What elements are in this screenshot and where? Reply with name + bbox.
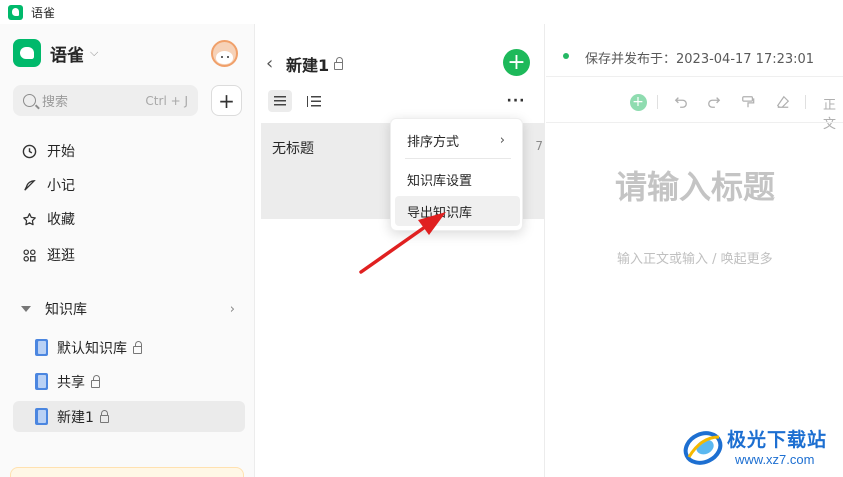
yuque-logo-icon: [13, 39, 41, 67]
title-input[interactable]: 请输入标题: [615, 162, 775, 208]
brand-switcher[interactable]: 语雀 ⌵: [13, 39, 98, 67]
clear-format-button[interactable]: [772, 89, 794, 115]
status-dot: [563, 53, 569, 59]
toolbar-separator: [805, 95, 806, 109]
lock-icon: [91, 374, 100, 388]
window-title: 语雀: [31, 5, 56, 20]
list-view-button[interactable]: [268, 90, 292, 112]
sidebar-item-label: 开始: [47, 144, 75, 160]
format-painter-button[interactable]: [737, 89, 759, 115]
brand-name: 语雀: [50, 45, 84, 66]
avatar[interactable]: [211, 40, 238, 67]
knowledge-base-section-header[interactable]: 知识库 ›: [13, 294, 243, 324]
undo-button[interactable]: [670, 89, 692, 115]
list-view-icon: [274, 96, 286, 106]
watermark-url: www.xz7.com: [735, 452, 815, 467]
chevron-down-icon: ⌵: [90, 46, 99, 59]
knowledge-base-more-menu: 排序方式 › 知识库设置 导出知识库: [390, 118, 523, 231]
window-titlebar: 语雀: [0, 0, 843, 24]
menu-divider: [405, 158, 511, 159]
plus-icon: +: [629, 93, 647, 111]
caret-down-icon: [21, 306, 31, 312]
more-options-button[interactable]: ···: [504, 90, 528, 112]
knowledge-base-title: 知识库: [45, 302, 87, 318]
search-icon: [23, 94, 36, 107]
tree-view-button[interactable]: [302, 90, 324, 112]
menu-item-label: 知识库设置: [407, 173, 473, 189]
sidebar-item-start[interactable]: 开始: [13, 136, 243, 166]
sidebar-item-favorites[interactable]: 收藏: [13, 204, 243, 234]
book-label: 共享: [57, 374, 85, 391]
paragraph-style-select[interactable]: 正文: [823, 94, 843, 132]
book-label: 默认知识库: [57, 340, 127, 357]
knowledge-base-name-text: 新建1: [286, 56, 330, 75]
sidebar: 语雀 ⌵ 搜索 Ctrl + J + 开始 小记 收藏 逛逛 知识库 › 默认知…: [0, 24, 255, 477]
redo-button[interactable]: [703, 89, 725, 115]
menu-item-export[interactable]: 导出知识库: [395, 196, 520, 226]
app-logo-icon: [8, 4, 23, 20]
divider: [546, 122, 843, 123]
sidebar-item-label: 逛逛: [47, 248, 75, 264]
more-icon: ···: [506, 93, 526, 109]
divider: [546, 76, 843, 77]
back-arrow-icon[interactable]: ‹: [266, 53, 273, 74]
menu-item-settings[interactable]: 知识库设置: [395, 164, 520, 194]
feather-icon: [21, 177, 37, 193]
grid-icon: [21, 247, 37, 263]
sidebar-item-label: 小记: [47, 178, 75, 194]
book-icon: [35, 339, 48, 356]
save-status: 保存并发布于：2023-04-17 17:23:01: [585, 52, 815, 67]
editor-panel: 保存并发布于：2023-04-17 17:23:01 + 正文 请输入标题 输入…: [546, 24, 843, 477]
insert-button[interactable]: +: [627, 89, 649, 115]
plus-icon: +: [218, 88, 235, 113]
redo-icon: [708, 97, 721, 108]
book-icon: [35, 408, 48, 425]
promo-banner[interactable]: [10, 467, 244, 477]
sidebar-item-explore[interactable]: 逛逛: [13, 240, 243, 270]
menu-item-sort[interactable]: 排序方式 ›: [395, 125, 520, 155]
document-list-panel: ‹ 新建1 + ··· 无标题 7: [256, 24, 545, 477]
clock-icon: [21, 143, 37, 159]
sidebar-item-notes[interactable]: 小记: [13, 170, 243, 200]
lock-icon: [334, 57, 344, 70]
watermark-logo-icon: [683, 431, 723, 465]
lock-icon: [99, 409, 109, 423]
search-input[interactable]: 搜索 Ctrl + J: [13, 85, 198, 116]
editor-toolbar: + 正文: [546, 89, 843, 132]
watermark: 极光下载站 www.xz7.com: [683, 425, 843, 473]
chevron-right-icon[interactable]: ›: [230, 302, 235, 317]
search-shortcut: Ctrl + J: [145, 93, 188, 108]
document-title: 无标题: [272, 141, 314, 157]
menu-item-label: 排序方式: [407, 134, 460, 150]
new-document-button[interactable]: +: [503, 49, 530, 76]
add-button[interactable]: +: [211, 85, 242, 116]
format-painter-icon: [742, 96, 755, 108]
document-date: 7: [535, 139, 543, 153]
sidebar-book-new1[interactable]: 新建1: [13, 401, 245, 432]
sidebar-book-default[interactable]: 默认知识库: [13, 332, 245, 363]
body-input[interactable]: 输入正文或输入 / 唤起更多: [617, 248, 773, 267]
knowledge-base-name: 新建1: [286, 52, 344, 76]
tree-view-icon: [306, 95, 321, 107]
book-label: 新建1: [57, 409, 94, 426]
eraser-icon: [776, 95, 790, 108]
sidebar-item-label: 收藏: [47, 212, 75, 228]
sidebar-book-shared[interactable]: 共享: [13, 366, 245, 397]
lock-icon: [133, 340, 142, 354]
search-placeholder: 搜索: [42, 95, 69, 110]
star-icon: [21, 211, 37, 227]
undo-icon: [674, 97, 687, 108]
book-icon: [35, 373, 48, 390]
chevron-right-icon: ›: [499, 132, 505, 148]
watermark-name: 极光下载站: [727, 429, 828, 451]
toolbar-separator: [657, 95, 658, 109]
menu-item-label: 导出知识库: [407, 205, 473, 221]
plus-icon: +: [507, 49, 526, 75]
